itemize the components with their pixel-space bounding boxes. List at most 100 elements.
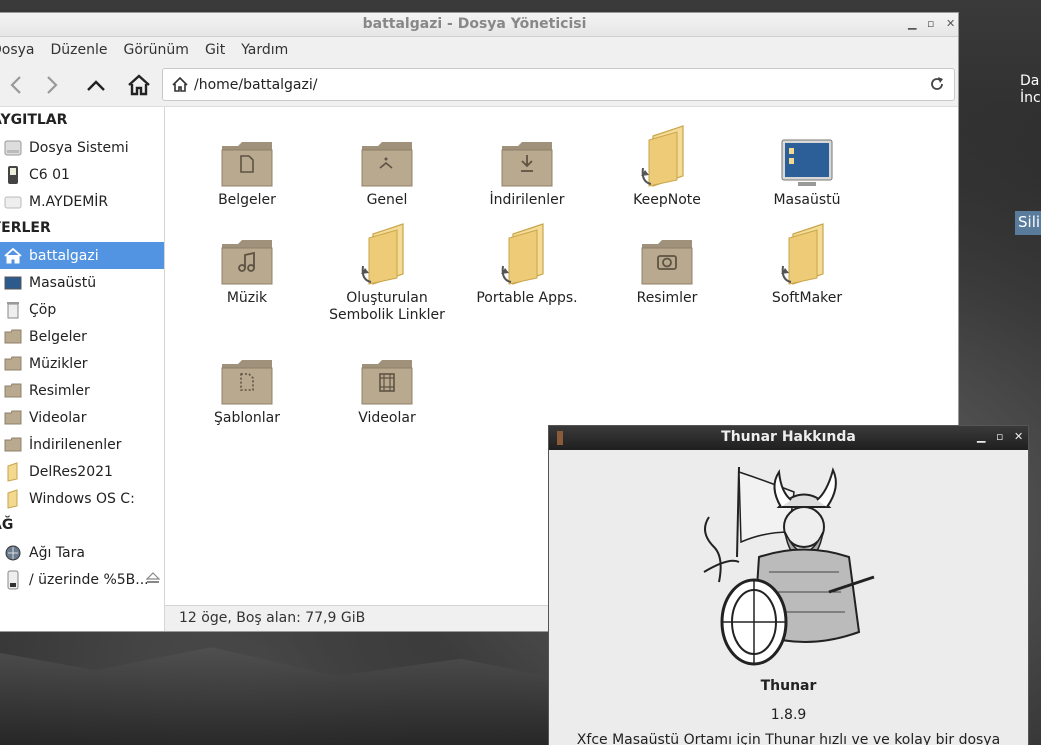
documents-folder-icon xyxy=(177,117,317,192)
file-item-label: Müzik xyxy=(226,290,268,306)
sidebar-item-label: battalgazi xyxy=(29,247,99,264)
sidebar-item-label: Resimler xyxy=(29,382,90,399)
sidebar: AYGITLAR Dosya Sistemi C6 01 M.AYDEMİR Y… xyxy=(0,107,165,631)
minimize-icon[interactable]: ▁ xyxy=(908,17,916,30)
sidebar-item-label: Belgeler xyxy=(29,328,87,345)
app-version: 1.8.9 xyxy=(770,707,807,723)
sidebar-item-delres2021[interactable]: DelRes2021 xyxy=(0,458,164,485)
file-item[interactable]: İndirilenler xyxy=(457,117,597,209)
chevron-left-icon xyxy=(10,76,21,94)
file-item[interactable]: Şablonlar xyxy=(177,335,317,427)
sidebar-item-label: Çöp xyxy=(29,301,57,318)
file-item-label: Portable Apps. xyxy=(476,290,578,306)
file-item-label: Videolar xyxy=(358,410,416,426)
desktop-icon xyxy=(3,273,23,293)
back-button[interactable] xyxy=(1,71,31,99)
app-description: Xfce Masaüstü Ortamı için Thunar hızlı v… xyxy=(576,732,1001,745)
file-item-label: Oluşturulan Sembolik Linkler xyxy=(329,290,445,323)
forward-button[interactable] xyxy=(37,71,67,99)
sidebar-item-pictures[interactable]: Resimler xyxy=(0,377,164,404)
sidebar-item-trash[interactable]: Çöp xyxy=(0,296,164,323)
menubar: Dosya Düzenle Görünüm Git Yardım xyxy=(0,37,958,62)
sidebar-header-devices: AYGITLAR xyxy=(0,112,68,128)
public-folder-icon xyxy=(317,117,457,192)
trash-icon xyxy=(3,300,23,320)
sidebar-item-phone[interactable]: C6 01 xyxy=(0,161,164,188)
removable-drive-icon xyxy=(3,192,23,212)
file-item-label: Genel xyxy=(366,192,408,208)
menu-view[interactable]: Görünüm xyxy=(116,42,197,58)
desktop-text: Da İnc xyxy=(1020,73,1041,107)
eject-icon[interactable] xyxy=(146,572,160,584)
minimize-icon[interactable]: ▁ xyxy=(977,430,985,443)
file-item[interactable]: Resimler xyxy=(597,215,737,307)
file-item[interactable]: Masaüstü xyxy=(737,117,877,209)
dialog-titlebar[interactable]: Thunar Hakkında ▁ ▫ ✕ xyxy=(549,426,1028,450)
file-item-label: Şablonlar xyxy=(214,410,280,426)
close-icon[interactable]: ✕ xyxy=(946,17,955,30)
home-icon xyxy=(128,74,150,96)
close-icon[interactable]: ✕ xyxy=(1014,430,1023,443)
toolbar: /home/battalgazi/ xyxy=(0,62,958,107)
desktop-icon xyxy=(737,117,877,192)
sidebar-item-home[interactable]: battalgazi xyxy=(0,242,164,269)
file-item[interactable]: SoftMaker xyxy=(737,215,877,307)
file-item-label: İndirilenler xyxy=(489,192,565,208)
sidebar-item-desktop[interactable]: Masaüstü xyxy=(0,269,164,296)
folder-link-icon xyxy=(317,215,457,290)
sidebar-item-label: Masaüstü xyxy=(29,274,97,291)
about-dialog: Thunar Hakkında ▁ ▫ ✕ Thunar 1.8.9 Xfce … xyxy=(548,425,1029,745)
file-item[interactable]: Portable Apps. xyxy=(457,215,597,307)
maximize-icon[interactable]: ▫ xyxy=(996,430,1003,443)
file-item-label: Masaüstü xyxy=(773,192,841,208)
sidebar-item-videos[interactable]: Videolar xyxy=(0,404,164,431)
maximize-icon[interactable]: ▫ xyxy=(927,17,934,30)
sidebar-item-label: DelRes2021 xyxy=(29,463,113,480)
file-item[interactable]: KeepNote xyxy=(597,117,737,209)
app-name: Thunar xyxy=(760,678,817,694)
sidebar-item-browse-network[interactable]: Ağı Tara xyxy=(0,539,164,566)
file-item[interactable]: Genel xyxy=(317,117,457,209)
home-icon xyxy=(172,77,188,92)
window-titlebar[interactable]: battalgazi - Dosya Yöneticisi ▁ ▫ ✕ xyxy=(0,13,958,37)
menu-help[interactable]: Yardım xyxy=(233,42,296,58)
pictures-folder-icon xyxy=(597,215,737,290)
templates-folder-icon xyxy=(177,335,317,410)
sidebar-header-places: YERLER xyxy=(0,220,51,236)
sidebar-item-documents[interactable]: Belgeler xyxy=(0,323,164,350)
menu-go[interactable]: Git xyxy=(197,42,233,58)
file-item[interactable]: Oluşturulan Sembolik Linkler xyxy=(317,215,457,324)
home-button[interactable] xyxy=(124,71,154,99)
sidebar-item-network-share[interactable]: / üzerinde %5B... xyxy=(0,566,164,593)
home-icon xyxy=(3,246,23,266)
drive-icon xyxy=(3,138,23,158)
sidebar-item-usb-drive[interactable]: M.AYDEMİR xyxy=(0,188,164,215)
sidebar-item-label: Dosya Sistemi xyxy=(29,139,129,156)
file-item-label: SoftMaker xyxy=(771,290,843,306)
up-button[interactable] xyxy=(81,71,111,99)
address-bar[interactable]: /home/battalgazi/ xyxy=(162,68,955,101)
desktop-selected-item[interactable]: Sili xyxy=(1015,211,1041,235)
sidebar-item-label: C6 01 xyxy=(29,166,70,183)
sidebar-item-label: Windows OS C: xyxy=(29,490,135,507)
file-item[interactable]: Belgeler xyxy=(177,117,317,209)
sidebar-item-label: İndirilenenler xyxy=(29,436,122,453)
thunar-viking-logo xyxy=(703,466,875,666)
menu-edit[interactable]: Düzenle xyxy=(43,42,116,58)
chevron-up-icon xyxy=(87,80,105,91)
network-icon xyxy=(3,543,23,563)
sidebar-item-label: Videolar xyxy=(29,409,87,426)
desktop-text-line1: Da xyxy=(1020,73,1040,89)
file-item[interactable]: Videolar xyxy=(317,335,457,427)
sidebar-item-music[interactable]: Müzikler xyxy=(0,350,164,377)
reload-icon[interactable] xyxy=(929,76,945,92)
videos-folder-icon xyxy=(317,335,457,410)
file-item[interactable]: Müzik xyxy=(177,215,317,307)
sidebar-item-label: Müzikler xyxy=(29,355,88,372)
sidebar-item-windows-c[interactable]: Windows OS C: xyxy=(0,485,164,512)
sidebar-item-filesystem[interactable]: Dosya Sistemi xyxy=(0,134,164,161)
menu-file[interactable]: Dosya xyxy=(0,42,43,58)
music-folder-icon xyxy=(3,354,23,374)
address-path: /home/battalgazi/ xyxy=(194,76,318,93)
sidebar-item-downloads[interactable]: İndirilenenler xyxy=(0,431,164,458)
